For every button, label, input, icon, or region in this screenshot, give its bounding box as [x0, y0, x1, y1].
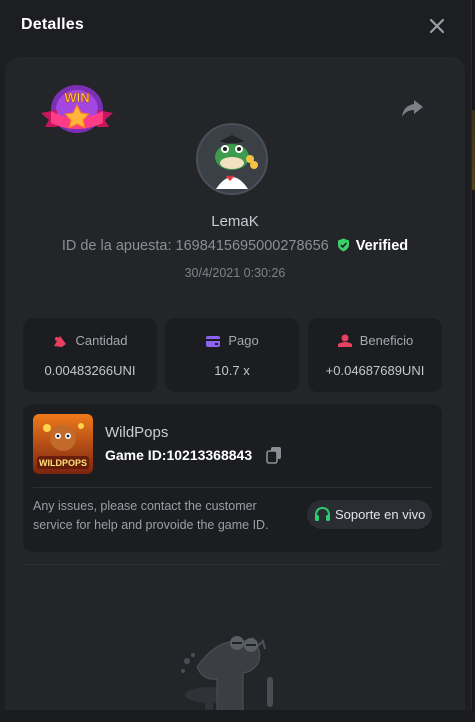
wallet-icon	[206, 336, 221, 347]
profit-icon	[337, 334, 352, 347]
support-message: Any issues, please contact the customer …	[33, 499, 269, 532]
stat-cantidad: Cantidad 0.00483266UNI	[23, 318, 157, 392]
crocodile-mascot-icon	[181, 636, 273, 722]
support-label: Soporte en vivo	[335, 507, 426, 522]
headset-icon	[315, 506, 330, 521]
stat-label: Cantidad	[75, 333, 128, 348]
close-icon	[429, 18, 445, 34]
bet-stats: Cantidad 0.00483266UNI Pago 10.7 x Benef…	[23, 318, 442, 392]
player-name: LemaK	[211, 213, 259, 230]
stat-beneficio: Beneficio +0.04687689UNI	[308, 318, 442, 392]
card-divider	[33, 487, 432, 488]
game-name[interactable]: WildPops	[105, 424, 168, 441]
game-id: Game ID:10213368843	[105, 447, 252, 463]
live-support-button[interactable]: Soporte en vivo	[307, 500, 432, 529]
crocodile-avatar-icon	[198, 125, 266, 193]
svg-text:WIN: WIN	[64, 90, 89, 105]
player-avatar	[196, 123, 268, 195]
game-card: WILDPOPS WildPops Game ID:10213368843 An…	[23, 404, 442, 552]
bet-id-value: 1698415695000278656	[175, 238, 329, 254]
stat-pago: Pago 10.7 x	[165, 318, 299, 392]
bet-details-panel: WIN LemaK ID de la apuesta: 169841569500…	[5, 57, 465, 722]
bet-amount-icon	[54, 336, 67, 347]
background-page-bottom	[0, 710, 475, 722]
verified-shield-icon	[337, 238, 349, 252]
modal-title: Detalles	[21, 16, 84, 33]
stat-value: +0.04687689UNI	[325, 363, 425, 378]
game-id-value: 10213368843	[166, 447, 253, 463]
stat-label: Beneficio	[359, 333, 414, 348]
bet-id-row: ID de la apuesta: 1698415695000278656 Ve…	[5, 238, 465, 254]
game-thumbnail[interactable]: WILDPOPS	[33, 414, 93, 474]
share-icon	[402, 100, 423, 117]
stat-value: 10.7 x	[214, 363, 250, 378]
game-id-label: Game ID:	[105, 447, 167, 463]
verified-label: Verified	[355, 238, 409, 254]
section-divider	[23, 564, 442, 565]
close-button[interactable]	[427, 16, 447, 36]
details-modal: Detalles WIN LemaK ID de la apuesta: 169…	[0, 0, 472, 722]
stat-value: 0.00483266UNI	[44, 363, 136, 378]
bet-datetime: 30/4/2021 0:30:26	[184, 266, 286, 280]
bet-id-label: ID de la apuesta:	[61, 238, 172, 254]
stat-label: Pago	[228, 333, 259, 348]
copy-game-id-button[interactable]	[266, 446, 282, 464]
share-button[interactable]	[399, 95, 425, 121]
svg-text:WILDPOPS: WILDPOPS	[39, 458, 87, 468]
wildpops-game-icon: WILDPOPS	[33, 414, 93, 474]
copy-icon	[266, 447, 281, 464]
modal-header: Detalles	[0, 0, 471, 54]
win-badge-icon: WIN	[41, 85, 113, 133]
